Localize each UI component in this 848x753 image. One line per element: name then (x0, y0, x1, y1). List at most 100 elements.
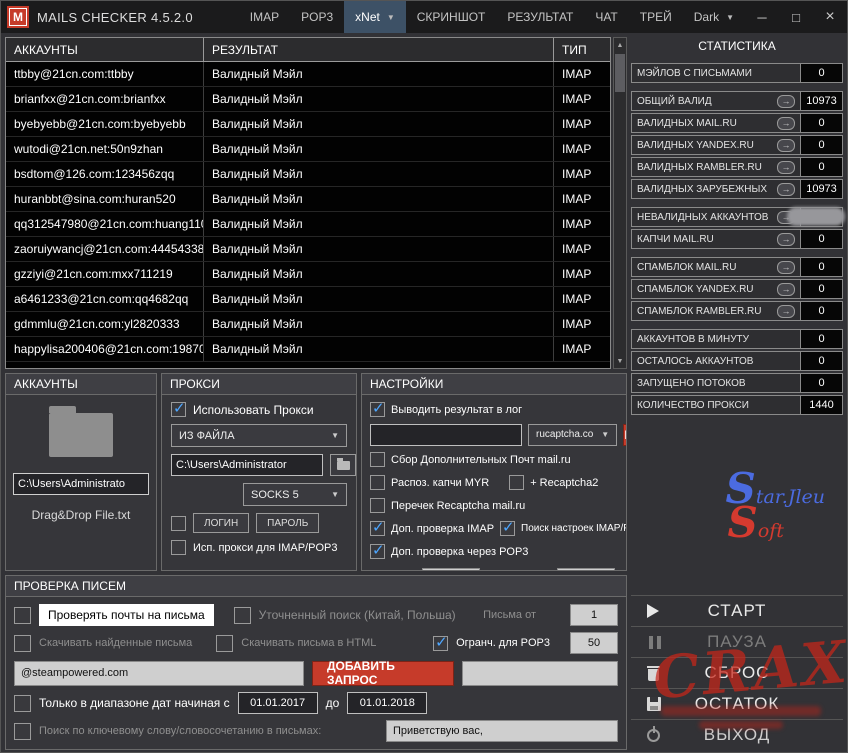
export-icon[interactable] (777, 117, 795, 130)
table-row[interactable]: gzziyi@21cn.com:mxx711219 Валидный Мэйл … (6, 262, 610, 287)
table-row[interactable]: gdmmlu@21cn.com:yl2820333 Валидный Мэйл … (6, 312, 610, 337)
menu-item-result[interactable]: РЕЗУЛЬТАТ (496, 1, 584, 33)
recheck-recaptcha-checkbox[interactable] (370, 498, 385, 513)
download-html-checkbox[interactable] (216, 635, 233, 652)
stat-label-text: ЗАПУЩЕНО ПОТОКОВ (637, 378, 746, 389)
refined-search-checkbox[interactable] (234, 607, 251, 624)
search-query2-input[interactable] (462, 661, 618, 686)
timeout-input[interactable] (422, 568, 480, 571)
table-row[interactable]: wutodi@21cn.net:50n9zhan Валидный Мэйл I… (6, 137, 610, 162)
header-type[interactable]: ТИП (554, 38, 610, 61)
stat-label-text: ВАЛИДНЫХ RAMBLER.RU (637, 162, 762, 173)
menu-item-screenshot[interactable]: СКРИНШОТ (406, 1, 497, 33)
proxy-path-input[interactable] (171, 454, 323, 476)
table-row[interactable]: ttbby@21cn.com:ttbby Валидный Мэйл IMAP (6, 62, 610, 87)
reset-button[interactable]: СБРОС (631, 657, 843, 688)
export-icon[interactable] (777, 139, 795, 152)
play-icon (647, 604, 659, 618)
letters-from-input[interactable] (570, 604, 618, 626)
accounts-path-input[interactable] (13, 473, 149, 495)
stat-label-text: ОБЩИЙ ВАЛИД (637, 96, 712, 107)
export-icon[interactable] (777, 183, 795, 196)
captcha-service-select[interactable]: rucaptcha.co ▼ (528, 424, 617, 446)
table-row[interactable]: huranbbt@sina.com:huran520 Валидный Мэйл… (6, 187, 610, 212)
rest-button[interactable]: ОСТАТОК (631, 688, 843, 719)
proxy-source-select[interactable]: ИЗ ФАЙЛА ▼ (171, 424, 347, 447)
export-icon[interactable] (777, 161, 795, 174)
pop3-check-checkbox[interactable] (370, 544, 385, 559)
log-output-checkbox[interactable] (370, 402, 385, 417)
table-row[interactable]: happylisa200406@21cn.com:198704 Валидный… (6, 337, 610, 362)
pause-button[interactable]: ПАУЗА (631, 626, 843, 657)
use-proxy-checkbox[interactable] (171, 402, 186, 417)
menu-item-chat[interactable]: ЧАТ (584, 1, 628, 33)
cell-type: IMAP (554, 312, 610, 336)
proxy-type-select[interactable]: SOCKS 5 ▼ (243, 483, 347, 506)
chevron-down-icon: ▼ (726, 13, 734, 22)
minimize-button[interactable]: ─ (745, 1, 779, 33)
header-accounts[interactable]: АККАУНТЫ (6, 38, 204, 61)
cell-type: IMAP (554, 112, 610, 136)
letters-from-label: Письма от (483, 609, 536, 621)
export-icon[interactable] (777, 233, 795, 246)
login-button[interactable]: ЛОГИН (193, 513, 249, 533)
proxy-for-imap-checkbox[interactable] (171, 540, 186, 555)
stat-label: СПАМБЛОК MAIL.RU (631, 257, 801, 277)
table-row[interactable]: byebyebb@21cn.com:byebyebb Валидный Мэйл… (6, 112, 610, 137)
add-query-button[interactable]: ДОБАВИТЬ ЗАПРОС (312, 661, 454, 686)
threads-input[interactable] (557, 568, 615, 571)
table-row[interactable]: qq312547980@21cn.com:huang110 Валидный М… (6, 212, 610, 237)
recognize-captcha-checkbox[interactable] (370, 475, 385, 490)
recaptcha2-checkbox[interactable] (509, 475, 524, 490)
start-button[interactable]: СТАРТ (631, 595, 843, 626)
menu-item-xnet[interactable]: xNet▼ (344, 1, 406, 33)
pop3-limit-input[interactable] (570, 632, 618, 654)
captcha-key-input[interactable] (370, 424, 522, 446)
collect-extra-mails-checkbox[interactable] (370, 452, 385, 467)
export-icon[interactable] (777, 261, 795, 274)
date-from-input[interactable] (238, 692, 318, 714)
keyword-search-checkbox[interactable] (14, 723, 31, 740)
download-letters-checkbox[interactable] (14, 635, 31, 652)
stat-label-text: СПАМБЛОК MAIL.RU (637, 262, 736, 273)
export-icon[interactable] (777, 305, 795, 318)
table-row[interactable]: brianfxx@21cn.com:brianfxx Валидный Мэйл… (6, 87, 610, 112)
cell-account: gzziyi@21cn.com:mxx711219 (6, 262, 204, 286)
cell-result: Валидный Мэйл (204, 137, 554, 161)
menu-item-pop3[interactable]: POP3 (290, 1, 344, 33)
stat-value: 10973 (801, 91, 843, 111)
scroll-down-icon[interactable]: ▼ (614, 354, 626, 368)
scroll-up-icon[interactable]: ▲ (614, 38, 626, 52)
check-mails-checkbox[interactable] (14, 607, 31, 624)
balance-button[interactable]: Б (623, 424, 627, 446)
maximize-button[interactable]: □ (779, 1, 813, 33)
reset-label: СБРОС (631, 663, 843, 683)
header-result[interactable]: РЕЗУЛЬТАТ (204, 38, 554, 61)
imap-check-checkbox[interactable] (370, 521, 385, 536)
cell-account: happylisa200406@21cn.com:198704 (6, 337, 204, 361)
maximize-icon: □ (792, 10, 800, 25)
chevron-down-icon: ▼ (593, 430, 609, 439)
search-query-input[interactable] (14, 661, 304, 686)
keyword-input[interactable] (386, 720, 618, 742)
password-button[interactable]: ПАРОЛЬ (256, 513, 319, 533)
date-to-input[interactable] (347, 692, 427, 714)
export-icon[interactable] (777, 95, 795, 108)
imap-settings-checkbox[interactable] (500, 521, 515, 536)
exit-button[interactable]: ВЫХОД (631, 719, 843, 750)
menu-item-theme[interactable]: Dark▼ (683, 1, 745, 33)
menu-item-imap[interactable]: IMAP (239, 1, 290, 33)
proxy-auth-checkbox[interactable] (171, 516, 186, 531)
table-row[interactable]: zaoruiywancj@21cn.com:44454338 Валидный … (6, 237, 610, 262)
scrollbar-thumb[interactable] (615, 54, 625, 92)
close-button[interactable]: × (813, 1, 847, 33)
table-row[interactable]: bsdtom@126.com:123456zqq Валидный Мэйл I… (6, 162, 610, 187)
menu-item-tray[interactable]: ТРЕЙ (629, 1, 683, 33)
pop3-limit-checkbox[interactable] (433, 636, 448, 651)
export-icon[interactable] (777, 283, 795, 296)
action-buttons: СТАРТ ПАУЗА СБРОС ОСТАТОК ВЫХОД (631, 595, 843, 750)
date-range-checkbox[interactable] (14, 695, 31, 712)
browse-proxy-button[interactable] (330, 454, 356, 476)
table-row[interactable]: a6461233@21cn.com:qq4682qq Валидный Мэйл… (6, 287, 610, 312)
stat-label: АККАУНТОВ В МИНУТУ (631, 329, 801, 349)
